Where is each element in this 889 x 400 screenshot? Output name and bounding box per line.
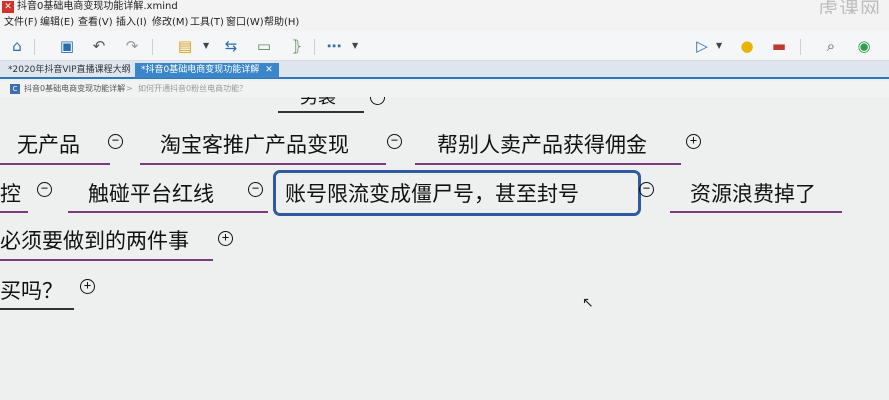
format-panel-icon[interactable]: ▬ xyxy=(770,37,788,55)
collapse-toggle[interactable]: − xyxy=(639,182,654,197)
topic-underline xyxy=(415,163,681,165)
window-title: 抖音0基础电商变现功能详解.xmind xyxy=(17,1,178,12)
topic-underline xyxy=(0,259,213,261)
topic-underline xyxy=(0,211,28,213)
menu-bar: 文件(F) 编辑(E) 查看(V) 插入(I) 修改(M) 工具(T) 窗口(W… xyxy=(0,14,889,31)
relationship-icon[interactable]: ⇆ xyxy=(222,37,240,55)
menu-view[interactable]: 查看(V) xyxy=(78,14,113,31)
lightbulb-icon[interactable]: ● xyxy=(738,37,756,55)
title-bar: ✕ 抖音0基础电商变现功能详解.xmind 虎课网 xyxy=(0,0,889,19)
topic-node[interactable]: 男装 xyxy=(300,97,336,111)
topic-underline xyxy=(68,211,268,213)
topic-underline xyxy=(670,211,842,213)
close-icon[interactable]: ✕ xyxy=(265,65,273,75)
menu-modify[interactable]: 修改(M) xyxy=(152,14,188,31)
toolbar-separator xyxy=(314,39,315,55)
search-icon[interactable]: ⌕ xyxy=(822,37,840,55)
boundary-icon[interactable]: ▭ xyxy=(255,37,273,55)
topic-icon[interactable]: ▤ xyxy=(176,37,194,55)
tab-vip-course[interactable]: *2020年抖音VIP直播课程大纲 xyxy=(2,63,137,78)
menu-help[interactable]: 帮助(H) xyxy=(264,14,299,31)
collapse-toggle[interactable]: − xyxy=(108,134,123,149)
topic-underline xyxy=(0,308,74,310)
redo-icon[interactable]: ↷ xyxy=(123,37,141,55)
menu-insert[interactable]: 插入(I) xyxy=(116,14,147,31)
chevron-down-icon[interactable]: ▼ xyxy=(716,41,722,50)
breadcrumb: C 抖音0基础电商变现功能详解 > 如何开通抖音0粉丝电商功能？ xyxy=(0,81,889,97)
breadcrumb-separator: > xyxy=(126,84,133,93)
toolbar-separator xyxy=(800,39,801,55)
collapse-toggle[interactable]: − xyxy=(370,97,385,105)
home-icon[interactable]: ⌂ xyxy=(8,37,26,55)
undo-icon[interactable]: ↶ xyxy=(90,37,108,55)
expand-toggle[interactable]: + xyxy=(80,279,95,294)
tab-label: *抖音0基础电商变现功能详解 xyxy=(141,65,260,75)
toolbar-separator xyxy=(152,39,153,55)
collapse-toggle[interactable]: − xyxy=(248,182,263,197)
tab-current-file[interactable]: *抖音0基础电商变现功能详解 ✕ xyxy=(135,63,279,78)
expand-toggle[interactable]: + xyxy=(218,231,233,246)
topic-node[interactable]: 触碰平台红线 xyxy=(88,181,214,207)
topic-node[interactable]: 帮别人卖产品获得佣金 xyxy=(437,132,647,158)
topic-underline xyxy=(0,163,110,165)
save-icon[interactable]: ▣ xyxy=(58,37,76,55)
expand-toggle[interactable]: + xyxy=(686,134,701,149)
mindmap-canvas[interactable]: 男装 − 无产品 − 淘宝客推广产品变现 − 帮别人卖产品获得佣金 + 控 − … xyxy=(0,97,889,400)
topic-node[interactable]: 控 xyxy=(0,181,21,207)
menu-file[interactable]: 文件(F) xyxy=(4,14,38,31)
more-icon[interactable]: ⋯ xyxy=(325,37,343,55)
summary-icon[interactable]: ⦄ xyxy=(288,37,306,55)
topic-node[interactable]: 必须要做到的两件事 xyxy=(0,228,189,254)
topic-node[interactable]: 买吗？ xyxy=(0,278,63,304)
mouse-cursor-icon: ↖ xyxy=(582,295,594,311)
collapse-toggle[interactable]: − xyxy=(387,134,402,149)
map-icon: C xyxy=(10,84,20,94)
presentation-icon[interactable]: ▷ xyxy=(693,37,711,55)
chevron-down-icon[interactable]: ▼ xyxy=(203,41,209,50)
menu-edit[interactable]: 编辑(E) xyxy=(40,14,74,31)
topic-node[interactable]: 无产品 xyxy=(17,132,80,158)
tab-label: *2020年抖音VIP直播课程大纲 xyxy=(8,65,131,75)
topic-node[interactable]: 淘宝客推广产品变现 xyxy=(160,132,349,158)
share-icon[interactable]: ◉ xyxy=(855,37,873,55)
topic-underline xyxy=(278,111,364,113)
selected-topic-node[interactable]: 账号限流变成僵尸号，甚至封号 xyxy=(285,181,579,207)
topic-underline xyxy=(140,163,386,165)
collapse-toggle[interactable]: − xyxy=(37,182,52,197)
topic-node[interactable]: 资源浪费掉了 xyxy=(690,181,816,207)
menu-window[interactable]: 窗口(W) xyxy=(226,14,264,31)
chevron-down-icon[interactable]: ▼ xyxy=(352,41,358,50)
breadcrumb-current[interactable]: 如何开通抖音0粉丝电商功能？ xyxy=(138,81,247,97)
xmind-app-icon: ✕ xyxy=(2,1,14,13)
toolbar-separator xyxy=(34,39,35,55)
menu-tools[interactable]: 工具(T) xyxy=(190,14,224,31)
breadcrumb-root[interactable]: 抖音0基础电商变现功能详解 xyxy=(24,81,125,97)
tab-bar: *2020年抖音VIP直播课程大纲 *抖音0基础电商变现功能详解 ✕ xyxy=(0,61,889,79)
toolbar: ⌂ ▣ ↶ ↷ ▤ ▼ ⇆ ▭ ⦄ ⋯ ▼ ▷ ▼ ● ▬ ⌕ ◉ xyxy=(0,31,889,61)
